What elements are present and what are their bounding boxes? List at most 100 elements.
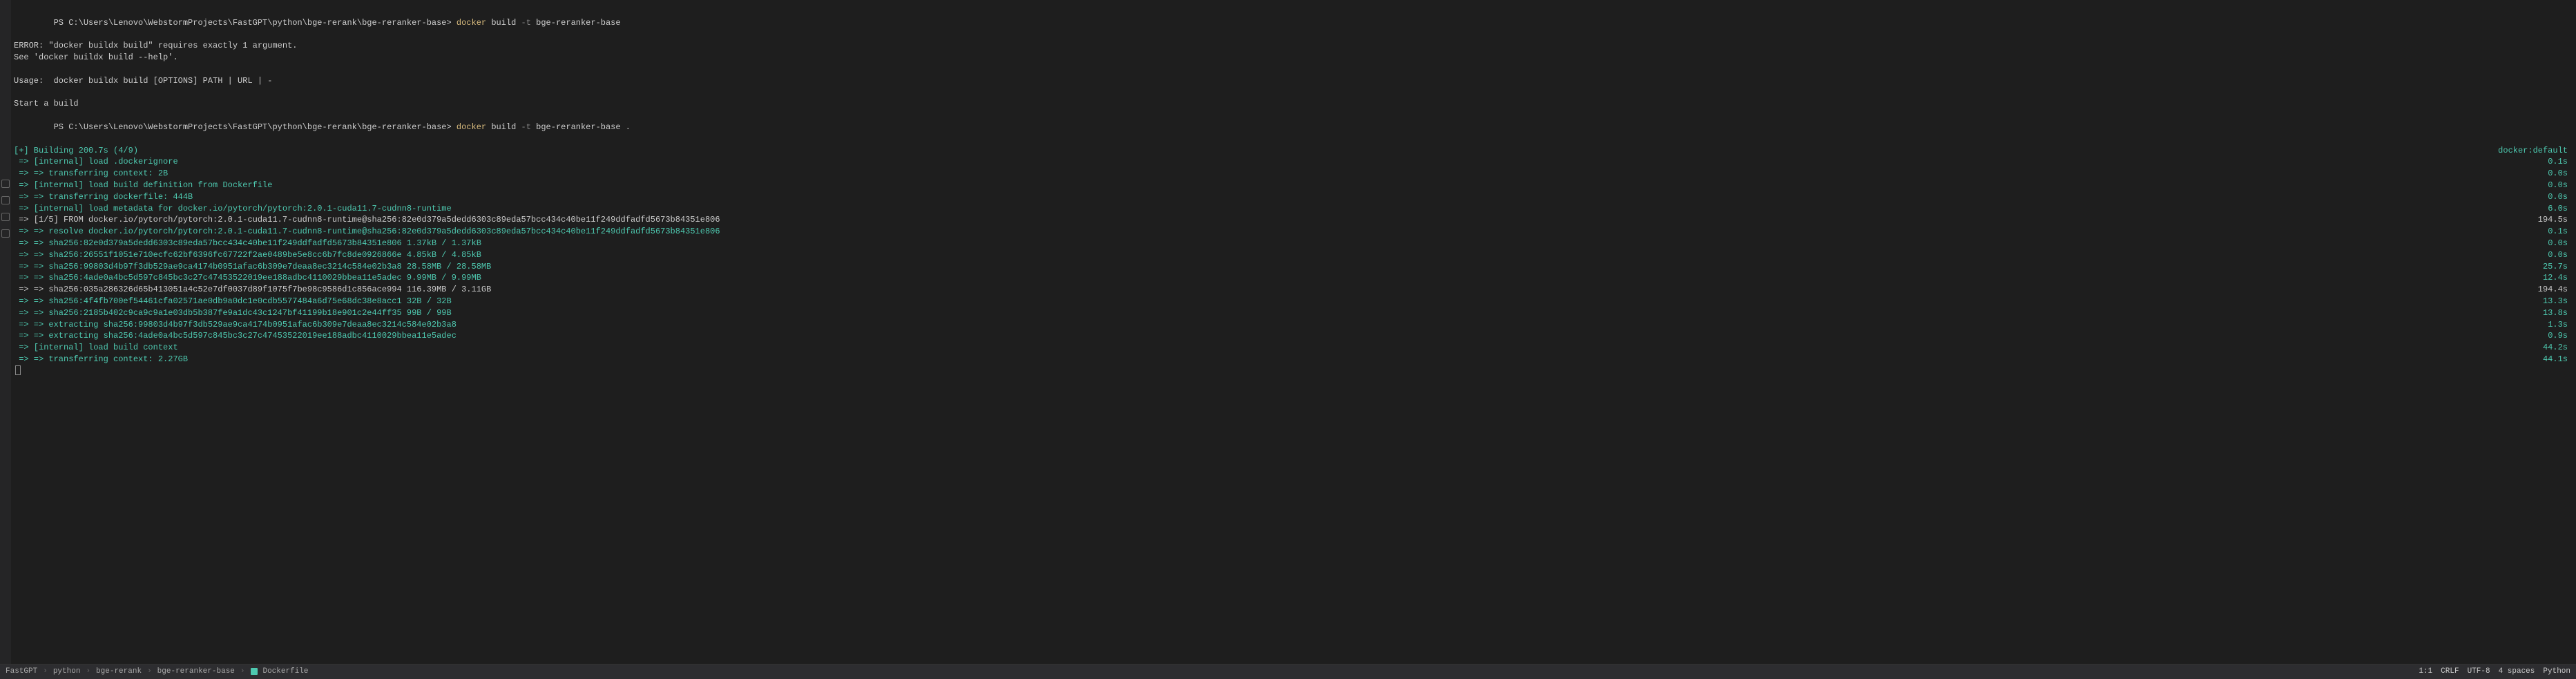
build-step-time: 13.8s — [2543, 307, 2573, 319]
chevron-right-icon: › — [240, 667, 245, 677]
terminal-line: => [internal] load .dockerignore0.1s — [14, 156, 2573, 168]
terminal-line — [14, 64, 2573, 75]
extensions-icon[interactable] — [1, 196, 10, 204]
settings-icon[interactable] — [1, 229, 10, 238]
encoding[interactable]: UTF-8 — [2468, 667, 2490, 677]
flag-t: -t — [521, 122, 531, 132]
chevron-right-icon: › — [43, 667, 48, 677]
terminal-line: => [internal] load build definition from… — [14, 180, 2573, 191]
image-name: bge-reranker-base — [531, 18, 621, 28]
build-step-time: 13.3s — [2543, 296, 2573, 307]
docker-default: docker:default — [2498, 145, 2573, 157]
terminal-line: => => sha256:26551f1051e710ecfc62bf6396f… — [14, 249, 2573, 261]
build-step-text: => => sha256:99803d4b97f3db529ae9ca4174b… — [14, 261, 2543, 273]
build-step-text: => => sha256:4ade0a4bc5d597c845bc3c27c47… — [14, 272, 2543, 284]
debug-icon[interactable] — [1, 180, 10, 188]
build-step-time: 0.0s — [2548, 249, 2573, 261]
build-step-text: => => sha256:4f4fb700ef54461cfa02571ae0d… — [14, 296, 2543, 307]
terminal-line: => [internal] load build context44.2s — [14, 342, 2573, 354]
build-step-time: 194.4s — [2538, 284, 2573, 296]
flag-t: -t — [521, 18, 531, 28]
terminal-line: [+] Building 200.7s (4/9) docker:default — [14, 145, 2573, 157]
build-step-time: 0.0s — [2548, 168, 2573, 180]
chevron-right-icon: › — [86, 667, 90, 677]
build-step-time: 0.0s — [2548, 238, 2573, 249]
terminal-line: => [internal] load metadata for docker.i… — [14, 203, 2573, 215]
build-step-time: 0.9s — [2548, 330, 2573, 342]
build-step-time: 44.2s — [2543, 342, 2573, 354]
build-step-text: => => extracting sha256:99803d4b97f3db52… — [14, 319, 2548, 331]
terminal-line: => => extracting sha256:4ade0a4bc5d597c8… — [14, 330, 2573, 342]
build-step-text: => => sha256:035a286326d65b413051a4c52e7… — [14, 284, 2538, 296]
language-mode[interactable]: Python — [2543, 667, 2570, 677]
breadcrumb[interactable]: FastGPT › python › bge-rerank › bge-rera… — [6, 667, 309, 677]
terminal-panel[interactable]: PS C:\Users\Lenovo\WebstormProjects\Fast… — [11, 0, 2576, 664]
build-step-time: 0.1s — [2548, 226, 2573, 238]
build-step-time: 0.0s — [2548, 180, 2573, 191]
cursor-line — [14, 365, 2573, 375]
usage-text: Usage: docker buildx build [OPTIONS] PAT… — [14, 75, 2573, 87]
terminal-line: => => sha256:4ade0a4bc5d597c845bc3c27c47… — [14, 272, 2573, 284]
terminal-line: => => resolve docker.io/pytorch/pytorch:… — [14, 226, 2573, 238]
breadcrumb-item[interactable]: python — [53, 667, 81, 677]
breadcrumb-item[interactable]: FastGPT — [6, 667, 37, 677]
prompt-path: PS C:\Users\Lenovo\WebstormProjects\Fast… — [54, 18, 456, 28]
terminal-line — [14, 87, 2573, 99]
terminal-line: => => sha256:2185b402c9ca9c9a1e03db5b387… — [14, 307, 2573, 319]
breadcrumb-item[interactable]: Dockerfile — [263, 667, 309, 677]
terminal-line: => => sha256:99803d4b97f3db529ae9ca4174b… — [14, 261, 2573, 273]
breadcrumb-item[interactable]: bge-reranker-base — [157, 667, 235, 677]
terminal-line: PS C:\Users\Lenovo\WebstormProjects\Fast… — [14, 110, 2573, 144]
terminal-line: => => extracting sha256:99803d4b97f3db52… — [14, 319, 2573, 331]
status-right: 1:1 CRLF UTF-8 4 spaces Python — [2419, 667, 2570, 677]
terminal-line: => => sha256:035a286326d65b413051a4c52e7… — [14, 284, 2573, 296]
line-ending[interactable]: CRLF — [2441, 667, 2459, 677]
docker-command: docker — [456, 122, 486, 132]
build-step-text: => => sha256:26551f1051e710ecfc62bf6396f… — [14, 249, 2548, 261]
build-step-text: => => sha256:2185b402c9ca9c9a1e03db5b387… — [14, 307, 2543, 319]
activity-bar — [0, 0, 11, 664]
terminal-line: => => transferring context: 2.27GB44.1s — [14, 354, 2573, 365]
error-text: See 'docker buildx build --help'. — [14, 52, 2573, 64]
build-step-time: 25.7s — [2543, 261, 2573, 273]
build-step-text: => => transferring context: 2B — [14, 168, 2548, 180]
image-name: bge-reranker-base . — [531, 122, 631, 132]
status-bar: FastGPT › python › bge-rerank › bge-rera… — [0, 664, 2576, 679]
build-step-text: => [internal] load build context — [14, 342, 2543, 354]
breadcrumb-item[interactable]: bge-rerank — [96, 667, 142, 677]
error-text: ERROR: "docker buildx build" requires ex… — [14, 40, 2573, 52]
build-step-text: => => resolve docker.io/pytorch/pytorch:… — [14, 226, 2548, 238]
build-step-time: 0.0s — [2548, 191, 2573, 203]
build-step-text: => => transferring context: 2.27GB — [14, 354, 2543, 365]
start-text: Start a build — [14, 98, 2573, 110]
build-step-time: 12.4s — [2543, 272, 2573, 284]
terminal-line: => [1/5] FROM docker.io/pytorch/pytorch:… — [14, 214, 2573, 226]
terminal-line: See 'docker buildx build --help'. — [14, 52, 2573, 64]
build-step-text: => => extracting sha256:4ade0a4bc5d597c8… — [14, 330, 2548, 342]
terminal-line: => => transferring dockerfile: 444B0.0s — [14, 191, 2573, 203]
terminal-line: PS C:\Users\Lenovo\WebstormProjects\Fast… — [14, 6, 2573, 40]
docker-command: docker — [456, 18, 486, 28]
build-step-time: 194.5s — [2538, 214, 2573, 226]
terminal-icon[interactable] — [1, 213, 10, 221]
build-step-time: 0.1s — [2548, 156, 2573, 168]
docker-file-icon — [251, 668, 258, 675]
indent-setting[interactable]: 4 spaces — [2499, 667, 2535, 677]
prompt-path: PS C:\Users\Lenovo\WebstormProjects\Fast… — [54, 122, 456, 132]
build-step-text: => [1/5] FROM docker.io/pytorch/pytorch:… — [14, 214, 2538, 226]
terminal-line: => => transferring context: 2B0.0s — [14, 168, 2573, 180]
cursor-position[interactable]: 1:1 — [2419, 667, 2432, 677]
building-text: [+] Building 200.7s (4/9) — [14, 145, 2498, 157]
build-step-text: => [internal] load .dockerignore — [14, 156, 2548, 168]
build-step-time: 6.0s — [2548, 203, 2573, 215]
build-step-time: 1.3s — [2548, 319, 2573, 331]
build-step-text: => => sha256:82e0d379a5dedd6303c89eda57b… — [14, 238, 2548, 249]
terminal-line: Usage: docker buildx build [OPTIONS] PAT… — [14, 75, 2573, 87]
build-arg: build — [486, 122, 521, 132]
terminal-line: ERROR: "docker buildx build" requires ex… — [14, 40, 2573, 52]
chevron-right-icon: › — [147, 667, 152, 677]
terminal-cursor — [15, 365, 21, 375]
build-step-text: => [internal] load metadata for docker.i… — [14, 203, 2548, 215]
terminal-line: => => sha256:82e0d379a5dedd6303c89eda57b… — [14, 238, 2573, 249]
build-step-text: => [internal] load build definition from… — [14, 180, 2548, 191]
